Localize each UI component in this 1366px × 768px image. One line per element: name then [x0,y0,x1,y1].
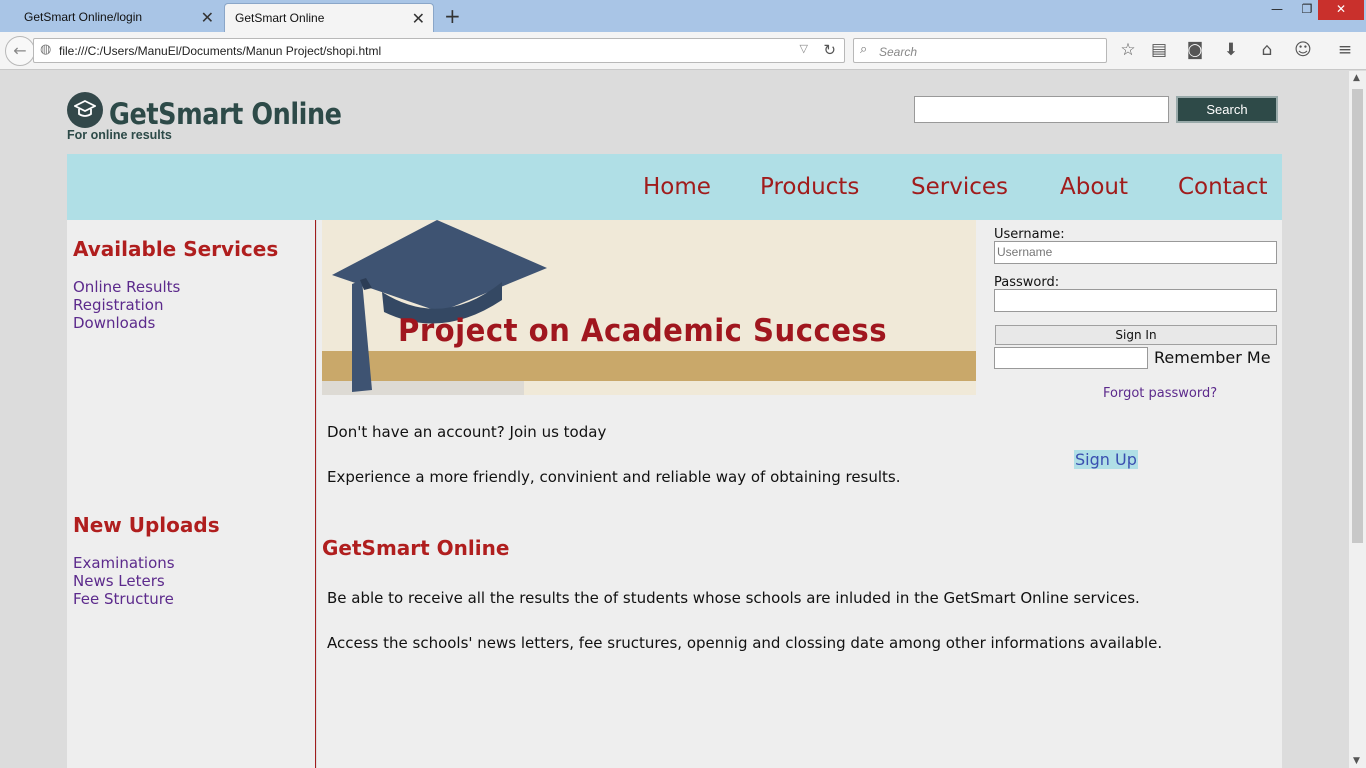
sidebar-link-registration[interactable]: Registration [73,296,163,314]
globe-icon: ◍ [40,42,52,57]
browser-nav-bar: ← ◍ file:///C:/Users/ManuEl/Documents/Ma… [0,32,1366,70]
reading-list-icon[interactable]: ▤ [1149,40,1169,60]
close-tab-icon[interactable]: ✕ [412,9,425,29]
menu-item-services[interactable]: Services [911,174,1008,200]
sidebar-link-news-letters[interactable]: News Leters [73,572,165,590]
logo [67,92,103,128]
address-bar[interactable]: ◍ file:///C:/Users/ManuEl/Documents/Manu… [33,38,845,63]
site-search-button[interactable]: Search [1176,96,1278,123]
banner-title: Project on Academic Success [398,313,888,349]
menu-item-about[interactable]: About [1060,174,1128,200]
available-services-heading: Available Services [73,237,279,261]
menu-item-products[interactable]: Products [760,174,859,200]
username-label: Username: [994,227,1065,242]
back-arrow-icon[interactable]: ← [5,36,35,66]
browser-search-box[interactable]: ⌕ Search [853,38,1107,63]
bookmark-star-icon[interactable]: ☆ [1118,40,1138,60]
main-content: Project on Academic Success Username: Us… [317,220,1282,768]
password-input[interactable] [994,289,1277,312]
banner-image: Project on Academic Success [322,220,976,395]
site-name: GetSmart Online [109,97,342,131]
page-viewport: GetSmart Online For online results Searc… [0,71,1349,768]
pocket-icon[interactable]: ◙ [1185,40,1205,60]
new-tab-icon[interactable]: + [444,4,461,28]
download-icon[interactable]: ⬇ [1221,40,1241,60]
scroll-up-arrow-icon[interactable]: ▲ [1353,73,1360,83]
sidebar: Available Services Online Results Regist… [67,220,316,768]
search-icon: ⌕ [860,42,868,57]
new-uploads-heading: New Uploads [73,513,220,537]
sidebar-link-online-results[interactable]: Online Results [73,278,180,296]
browser-tab-active[interactable]: GetSmart Online ✕ [224,3,434,32]
password-label: Password: [994,275,1060,290]
minimize-icon[interactable]: — [1262,2,1292,22]
experience-text: Experience a more friendly, convinient a… [327,468,901,486]
sidebar-link-fee-structure[interactable]: Fee Structure [73,590,174,608]
sidebar-link-examinations[interactable]: Examinations [73,554,175,572]
forgot-password-link[interactable]: Forgot password? [1103,386,1217,401]
scrollbar-thumb[interactable] [1352,89,1363,543]
home-icon[interactable]: ⌂ [1257,40,1277,60]
close-tab-icon[interactable]: ✕ [201,8,214,28]
browser-tab-login[interactable]: GetSmart Online/login ✕ [0,3,222,32]
main-heading: GetSmart Online [322,536,510,560]
sign-up-link[interactable]: Sign Up [1074,450,1138,469]
menu-item-contact[interactable]: Contact [1178,174,1267,200]
menu-item-home[interactable]: Home [643,174,711,200]
site-search-input[interactable] [914,96,1169,123]
reload-icon[interactable]: ↻ [823,41,836,59]
browser-tab-bar: GetSmart Online/login ✕ GetSmart Online … [0,0,1366,32]
browser-search-placeholder: Search [879,45,918,59]
url-text[interactable]: file:///C:/Users/ManuEl/Documents/Manun … [59,44,381,58]
main-menu: Home Products Services About Contact [67,154,1282,220]
tab-title: GetSmart Online [235,11,325,25]
site-tagline: For online results [67,128,172,142]
scroll-down-arrow-icon[interactable]: ▼ [1353,756,1360,766]
tab-title: GetSmart Online/login [24,10,143,24]
vertical-scrollbar[interactable]: ▲ ▼ [1349,71,1366,768]
remember-me-label: Remember Me [1154,348,1271,367]
join-text: Don't have an account? Join us today [327,423,607,441]
username-input[interactable]: Username [994,241,1277,264]
remember-me-field[interactable] [994,347,1148,369]
graduation-cap-icon [332,220,547,392]
dropdown-arrow-icon[interactable]: ▽ [800,42,808,55]
smiley-icon[interactable]: ☺ [1293,40,1313,60]
paragraph-results: Be able to receive all the results the o… [327,589,1140,607]
sign-in-button[interactable]: Sign In [995,325,1277,345]
paragraph-newsletters: Access the schools' news letters, fee sr… [327,634,1163,652]
hamburger-menu-icon[interactable]: ≡ [1335,40,1355,60]
window-close-icon[interactable]: ✕ [1318,0,1364,20]
sidebar-link-downloads[interactable]: Downloads [73,314,155,332]
